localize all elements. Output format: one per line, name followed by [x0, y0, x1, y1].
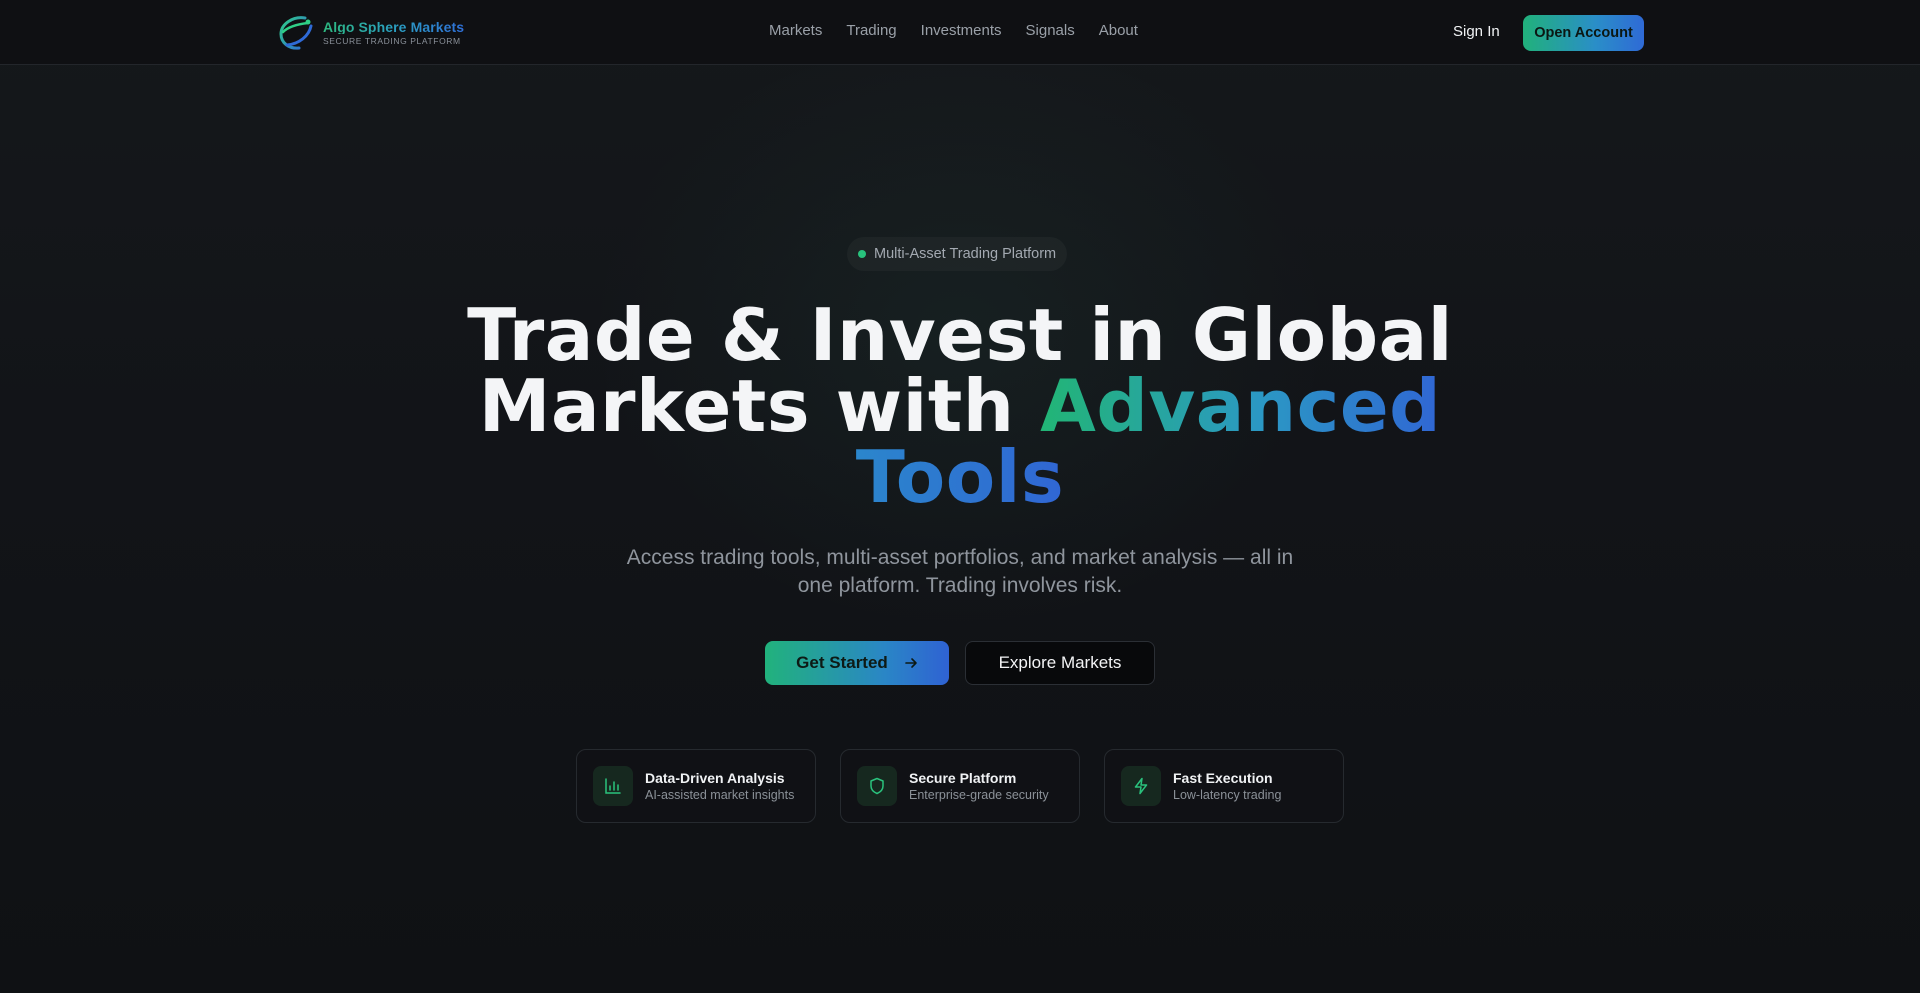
feature-card-security: Secure Platform Enterprise-grade securit… [840, 749, 1080, 823]
feature-title: Fast Execution [1173, 770, 1273, 786]
brand-text: Algo Sphere Markets SECURE TRADING PLATF… [323, 20, 464, 46]
sign-in-link[interactable]: Sign In [1453, 23, 1500, 40]
platform-badge: Multi-Asset Trading Platform [847, 237, 1067, 271]
get-started-button[interactable]: Get Started [765, 641, 949, 685]
landing-page: Algo Sphere Markets SECURE TRADING PLATF… [0, 0, 1920, 993]
feature-desc: AI-assisted market insights [645, 788, 795, 802]
nav-link-markets[interactable]: Markets [769, 22, 822, 39]
explore-markets-button[interactable]: Explore Markets [965, 641, 1155, 685]
nav-links: Markets Trading Investments Signals Abou… [769, 22, 1138, 39]
lightning-icon [1121, 766, 1161, 806]
bar-chart-icon [593, 766, 633, 806]
feature-cards: Data-Driven Analysis AI-assisted market … [576, 749, 1344, 823]
headline-accent-advanced: Advanced [1040, 364, 1442, 448]
headline-accent-tools: Tools [855, 435, 1065, 519]
feature-card-analysis: Data-Driven Analysis AI-assisted market … [576, 749, 816, 823]
top-nav: Algo Sphere Markets SECURE TRADING PLATF… [0, 0, 1920, 65]
brand-logo[interactable]: Algo Sphere Markets SECURE TRADING PLATF… [275, 12, 464, 54]
arrow-right-icon [905, 658, 917, 668]
feature-text: Fast Execution Low-latency trading [1173, 769, 1281, 803]
brand-name-part1: Algo Sphere [323, 19, 407, 36]
nav-link-about[interactable]: About [1099, 22, 1138, 39]
nav-link-signals[interactable]: Signals [1026, 22, 1075, 39]
nav-link-trading[interactable]: Trading [846, 22, 896, 39]
feature-text: Secure Platform Enterprise-grade securit… [909, 769, 1049, 803]
brand-tagline: SECURE TRADING PLATFORM [323, 36, 461, 47]
brand-name-part2: Markets [410, 19, 465, 36]
nav-link-investments[interactable]: Investments [921, 22, 1002, 39]
feature-desc: Low-latency trading [1173, 788, 1282, 802]
hero-headline: Trade & Invest in Global Markets with Ad… [460, 299, 1460, 513]
get-started-label: Get Started [796, 653, 888, 672]
feature-title: Data-Driven Analysis [645, 770, 785, 786]
open-account-button[interactable]: Open Account [1523, 15, 1644, 51]
feature-title: Secure Platform [909, 770, 1017, 786]
shield-icon [857, 766, 897, 806]
brand-name: Algo Sphere Markets [323, 20, 464, 34]
status-dot-icon [858, 250, 866, 258]
hero-subtext: Access trading tools, multi-asset portfo… [626, 546, 1294, 597]
feature-desc: Enterprise-grade security [909, 788, 1049, 802]
sphere-logo-icon [279, 16, 313, 50]
badge-label: Multi-Asset Trading Platform [874, 246, 1057, 262]
feature-text: Data-Driven Analysis AI-assisted market … [645, 769, 794, 803]
feature-card-execution: Fast Execution Low-latency trading [1104, 749, 1344, 823]
